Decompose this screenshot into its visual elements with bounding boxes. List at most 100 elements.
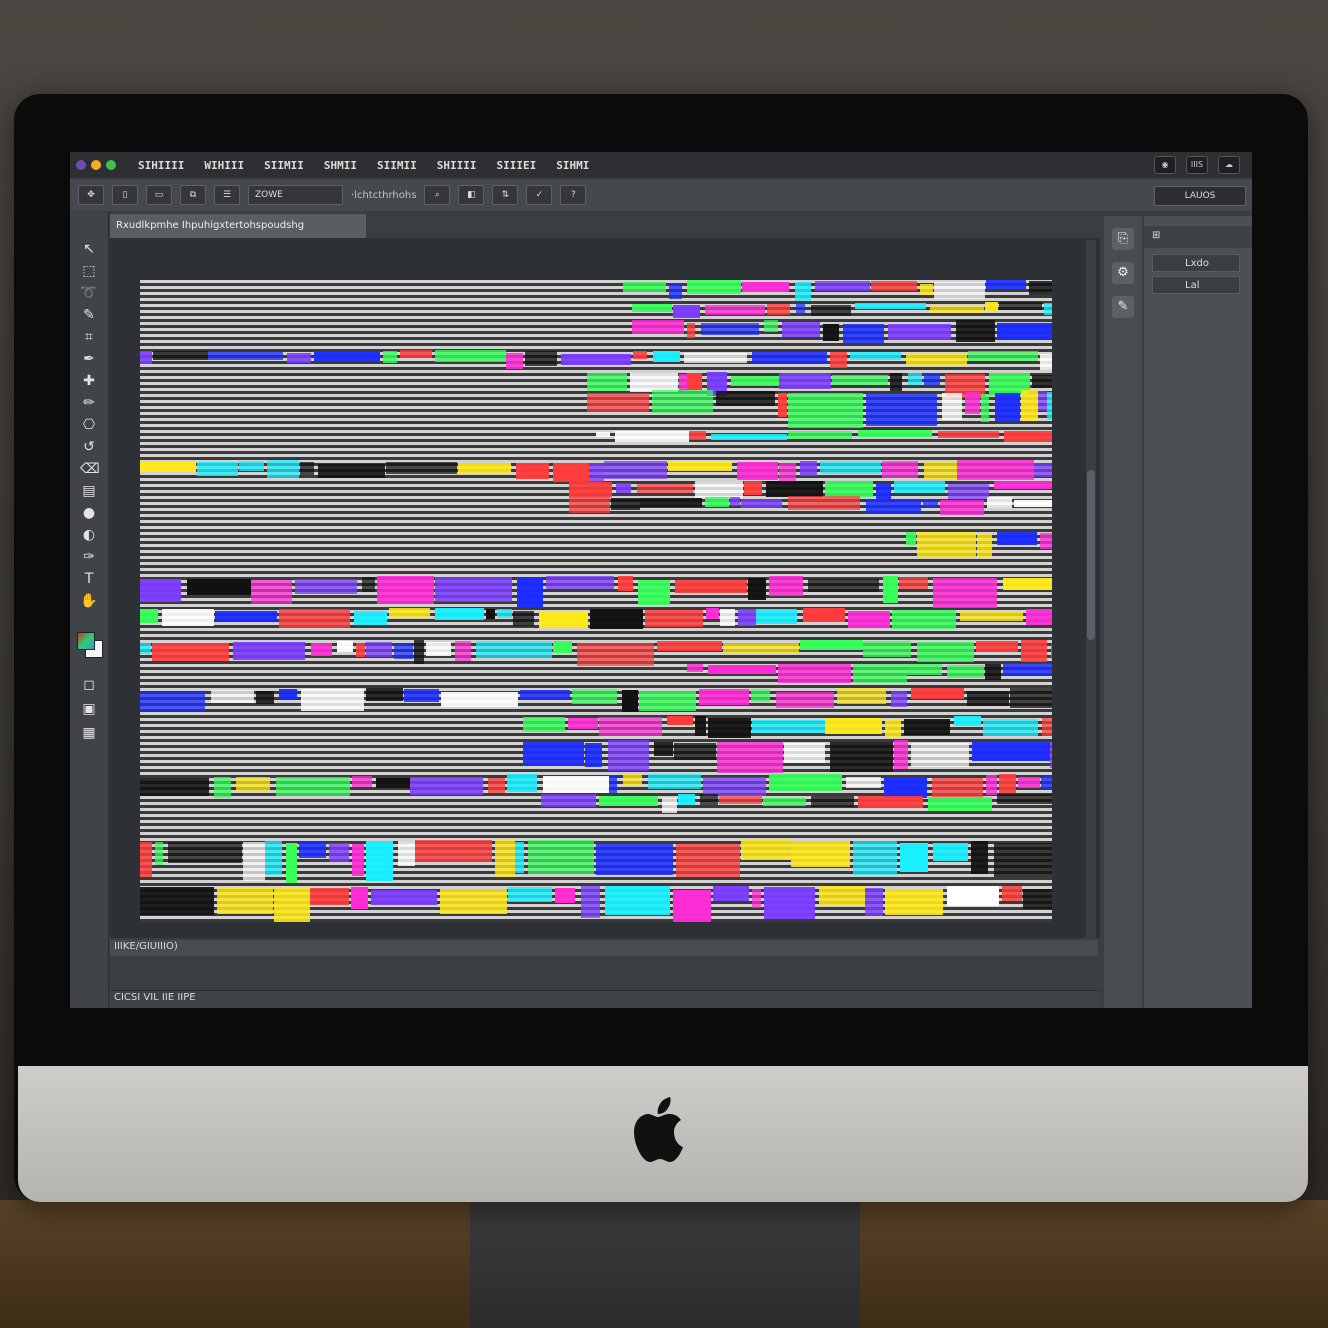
- move-icon[interactable]: ✥: [78, 185, 104, 205]
- menu-item-2[interactable]: WIHIII: [204, 159, 244, 172]
- glitch-segment: [967, 351, 1038, 362]
- glitch-segment: [904, 719, 950, 735]
- marquee-tool-icon[interactable]: ⬚: [80, 262, 98, 280]
- gradient-tool-icon[interactable]: ▤: [80, 482, 98, 500]
- document-tab[interactable]: Rxudlkpmhe Ihpuhigxtertohspoudshg: [110, 214, 366, 238]
- workspace-select[interactable]: LAUOS: [1154, 186, 1246, 206]
- glitch-segment: [661, 797, 677, 813]
- glitch-segment: [657, 640, 723, 652]
- glitch-segment: [922, 499, 938, 509]
- vertical-scrollbar[interactable]: [1086, 240, 1096, 940]
- eraser-tool-icon[interactable]: ⌫: [80, 460, 100, 478]
- glitch-segment: [700, 322, 759, 335]
- layers-tab[interactable]: ⊞: [1152, 230, 1160, 241]
- glitch-segment: [571, 689, 617, 705]
- foreground-color-swatch[interactable]: [77, 632, 95, 650]
- status-text: CICSI VIL IIE IIPE: [114, 992, 196, 1003]
- dodge-tool-icon[interactable]: ◐: [80, 526, 98, 544]
- glitch-segment: [654, 742, 674, 756]
- glitch-segment: [476, 640, 552, 659]
- glitch-segment: [388, 608, 431, 619]
- glitch-segment: [278, 608, 351, 628]
- glitch-segment: [274, 887, 310, 922]
- glitch-segment: [366, 642, 393, 657]
- glitch-segment: [890, 690, 908, 708]
- extras-icon[interactable]: ▦: [80, 724, 98, 742]
- glitch-segment: [585, 743, 602, 767]
- align-icon[interactable]: ☰: [214, 185, 240, 205]
- menu-item-3[interactable]: SIIMII: [264, 159, 304, 172]
- brush-tool-icon[interactable]: ✏: [80, 394, 98, 412]
- menu-item-5[interactable]: SIIMII: [377, 159, 417, 172]
- glitch-segment: [1049, 741, 1052, 768]
- menu-item-8[interactable]: SIHMI: [556, 159, 589, 172]
- properties-icon[interactable]: ⚙: [1112, 262, 1134, 284]
- close-window-button[interactable]: [76, 160, 86, 170]
- minimize-window-button[interactable]: [91, 160, 101, 170]
- auto-select-toggle[interactable]: ▭: [146, 185, 172, 205]
- move-tool-icon[interactable]: ↖: [80, 240, 98, 258]
- glitch-segment: [737, 462, 779, 480]
- layer-row-2[interactable]: Lal: [1152, 276, 1240, 294]
- cloud-icon[interactable]: ☁: [1218, 156, 1240, 174]
- menu-item-6[interactable]: SHIIII: [437, 159, 477, 172]
- transform-controls-icon[interactable]: ⧉: [180, 185, 206, 205]
- arrange-button[interactable]: ◉: [1154, 156, 1176, 174]
- search-icon[interactable]: ⌕: [424, 185, 451, 205]
- eyedropper-tool-icon[interactable]: ✒: [80, 350, 98, 368]
- zoom-window-button[interactable]: [106, 160, 116, 170]
- quick-select-tool-icon[interactable]: ✎: [80, 306, 98, 324]
- healing-tool-icon[interactable]: ✚: [80, 372, 98, 390]
- brush-panel-icon[interactable]: ✎: [1112, 296, 1134, 318]
- glitch-segment: [267, 460, 299, 479]
- menu-item-7[interactable]: SIIIEI: [496, 159, 536, 172]
- glitch-segment: [637, 483, 693, 493]
- glitch-segment: [995, 392, 1020, 421]
- tool-preset-picker[interactable]: ▯: [112, 185, 138, 205]
- glitch-segment: [822, 323, 840, 342]
- blur-tool-icon[interactable]: ●: [80, 504, 98, 522]
- menu-item-4[interactable]: SHMII: [324, 159, 357, 172]
- type-tool-icon[interactable]: T: [80, 570, 98, 588]
- hand-tool-icon[interactable]: ✋: [80, 592, 98, 610]
- glitch-segment: [1040, 533, 1052, 549]
- options-bar: ✥ ▯ ▭ ⧉ ☰ ZOWE ·lchtcthrhohs ⌕ ◧ ⇅ ✓ ? L…: [70, 179, 1252, 211]
- history-brush-tool-icon[interactable]: ↺: [80, 438, 98, 456]
- glitch-segment: [853, 664, 907, 683]
- history-icon[interactable]: ⎘: [1112, 228, 1134, 250]
- check-icon[interactable]: ✓: [526, 185, 553, 205]
- glitch-segment: [494, 840, 515, 878]
- glitch-segment: [523, 716, 566, 733]
- glitch-segment: [668, 460, 733, 471]
- horizontal-scrollbar[interactable]: [110, 940, 1098, 956]
- glitch-segment: [140, 886, 215, 915]
- pen-tool-icon[interactable]: ✑: [80, 548, 98, 566]
- glitch-segment: [622, 774, 643, 786]
- glitch-segment: [516, 578, 543, 609]
- glitch-segment: [788, 431, 853, 439]
- glitch-segment: [825, 480, 873, 497]
- distribute-icon[interactable]: ⇅: [492, 185, 519, 205]
- glitch-segment: [674, 579, 747, 594]
- glitch-segment: [996, 794, 1052, 805]
- glitch-segment: [639, 691, 697, 712]
- stamp-tool-icon[interactable]: ⎔: [80, 416, 98, 434]
- quick-mask-icon[interactable]: ◻: [80, 676, 98, 694]
- workspace-button[interactable]: IIIS: [1186, 156, 1208, 174]
- scroll-thumb[interactable]: [1087, 470, 1095, 640]
- glitch-segment: [705, 608, 719, 619]
- screen-mode-icon[interactable]: ▣: [80, 700, 98, 718]
- layer-row-1[interactable]: Lxdo: [1152, 254, 1240, 272]
- glitch-segment: [140, 608, 159, 624]
- lasso-tool-icon[interactable]: ➰: [80, 284, 98, 302]
- glitch-segment: [788, 496, 861, 510]
- glitch-segment: [776, 691, 834, 708]
- mask-icon[interactable]: ◧: [458, 185, 485, 205]
- help-icon[interactable]: ?: [560, 185, 587, 205]
- crop-tool-icon[interactable]: ⌗: [80, 328, 98, 346]
- glitch-segment: [1009, 688, 1052, 708]
- layer-select[interactable]: ZOWE: [248, 185, 343, 205]
- glitch-segment: [232, 642, 306, 660]
- glitched-canvas[interactable]: [140, 280, 1052, 922]
- menu-item-1[interactable]: SIHIIII: [138, 159, 184, 172]
